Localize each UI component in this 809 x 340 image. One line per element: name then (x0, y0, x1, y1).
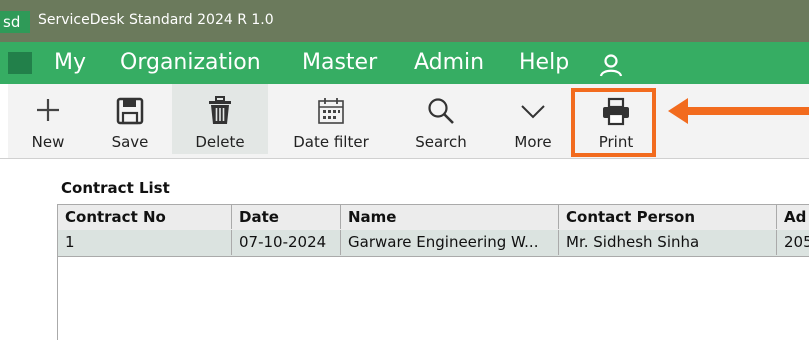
date-filter-button[interactable]: Date filter (283, 84, 379, 154)
grid-header: Contract No Date Name Contact Person Ad (58, 204, 809, 231)
menu-organization[interactable]: Organization (120, 49, 261, 77)
toolbar-edge (0, 84, 8, 158)
cell-contract-no: 1 (58, 230, 232, 255)
window-title: ServiceDesk Standard 2024 R 1.0 (38, 12, 274, 28)
chevron-down-icon (521, 105, 545, 119)
more-button-label: More (514, 133, 552, 151)
menu-master[interactable]: Master (302, 49, 377, 77)
menu-my[interactable]: My (54, 49, 86, 77)
trash-icon (209, 96, 231, 124)
user-icon[interactable] (598, 52, 624, 78)
table-row[interactable]: 1 07-10-2024 Garware Engineering W... Mr… (58, 230, 809, 257)
more-button[interactable]: More (503, 84, 563, 154)
cell-name: Garware Engineering W... (341, 230, 559, 255)
delete-button[interactable]: Delete (172, 84, 268, 154)
cell-contact-person: Mr. Sidhesh Sinha (559, 230, 777, 255)
search-button-label: Search (415, 133, 467, 151)
column-header-contract-no[interactable]: Contract No (58, 205, 232, 229)
cell-address: 205 (784, 233, 809, 251)
save-button[interactable]: Save (98, 84, 162, 154)
new-button-label: New (31, 133, 65, 151)
app-logo: sd (0, 11, 30, 33)
floppy-icon (116, 97, 144, 125)
search-icon (428, 98, 454, 124)
save-button-label: Save (111, 133, 149, 151)
cell-date: 07-10-2024 (232, 230, 341, 255)
annotation-arrow-icon (668, 98, 809, 124)
new-button[interactable]: New (16, 84, 80, 154)
menu-bar: My Organization Master Admin Help (0, 42, 809, 84)
column-header-contact-person[interactable]: Contact Person (559, 205, 777, 229)
column-header-address[interactable]: Ad (777, 205, 809, 229)
menu-bar-accent (8, 52, 32, 74)
search-button[interactable]: Search (405, 84, 477, 154)
contract-list-title: Contract List (61, 179, 170, 197)
contract-grid[interactable]: Contract No Date Name Contact Person Ad … (57, 204, 809, 340)
column-header-name[interactable]: Name (341, 205, 559, 229)
menu-help[interactable]: Help (519, 49, 569, 77)
title-bar: sd ServiceDesk Standard 2024 R 1.0 (0, 0, 809, 42)
plus-icon (37, 99, 59, 121)
calendar-icon (318, 98, 344, 124)
date-filter-button-label: Date filter (293, 133, 369, 151)
column-header-date[interactable]: Date (232, 205, 341, 229)
print-highlight-box (571, 88, 656, 157)
menu-admin[interactable]: Admin (414, 49, 484, 77)
delete-button-label: Delete (195, 133, 245, 151)
